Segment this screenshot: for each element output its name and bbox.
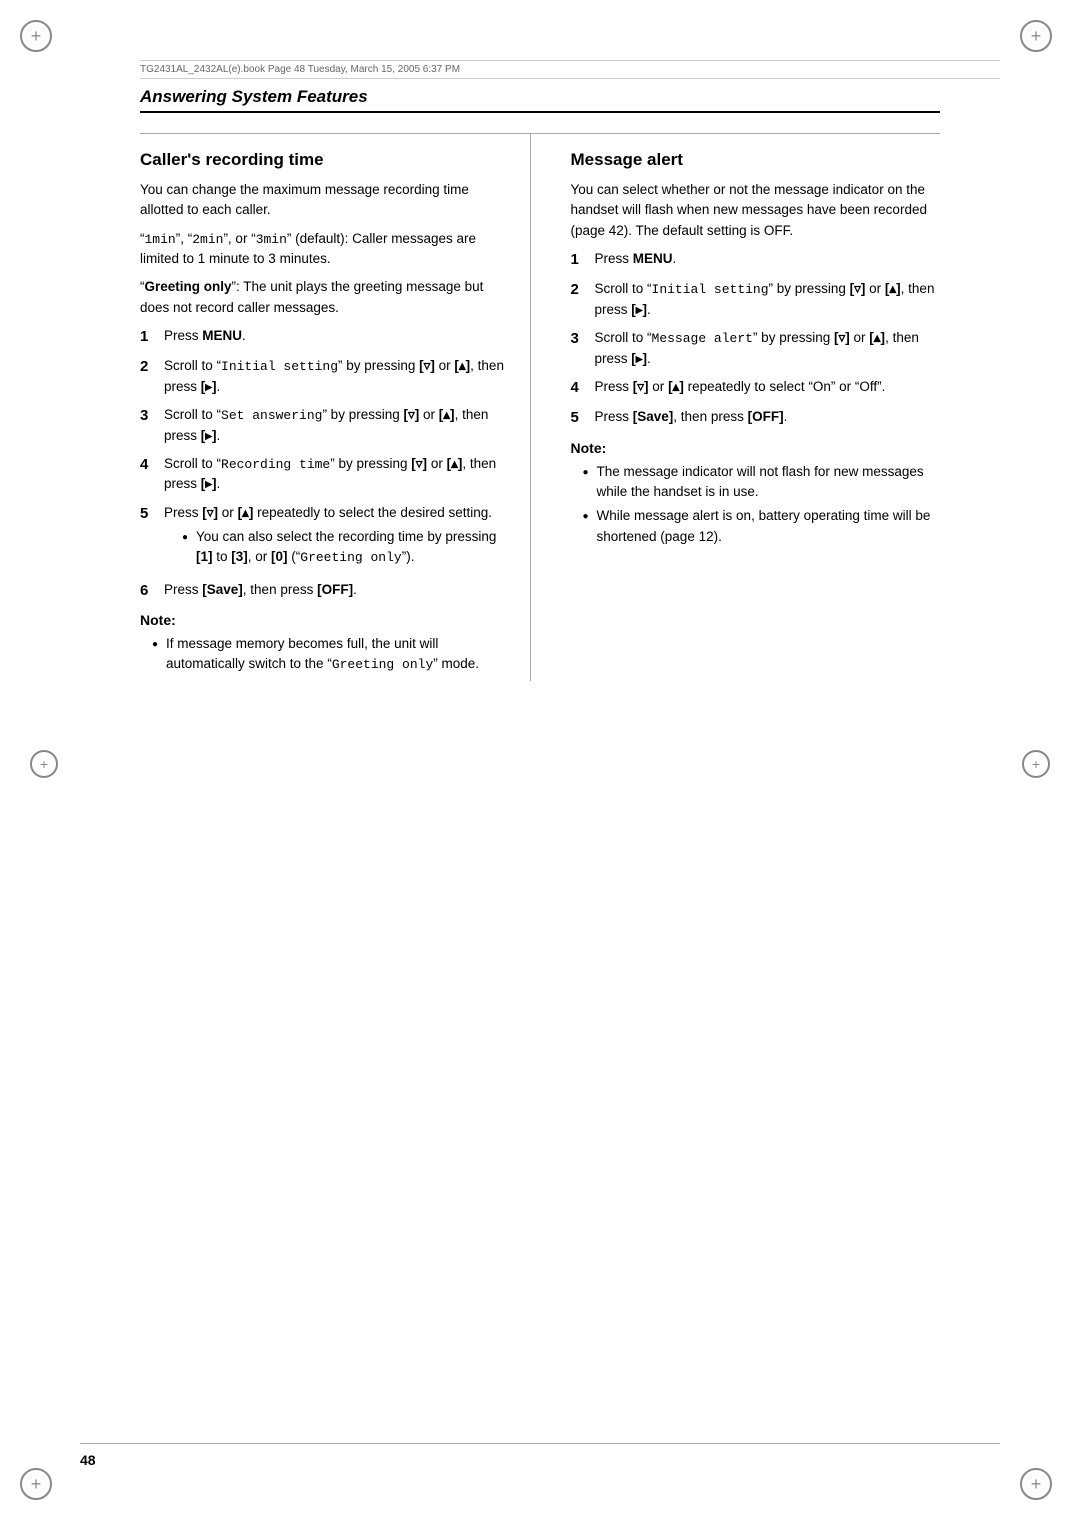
step-6-left: 6 Press [Save], then press [OFF]. [140,580,510,603]
initial-setting-code-1: Initial setting [221,359,338,374]
menu-bold-1: MENU [202,328,242,343]
left-column: Caller's recording time You can change t… [140,134,531,681]
step-r1-content: Press MENU. [595,249,941,272]
step-1-content: Press MENU. [164,326,510,349]
step-num-2: 2 [140,356,158,397]
step-5-bullets: You can also select the recording time b… [182,527,510,568]
key-0: [0] [271,549,288,564]
key-down-4: [▿] [202,505,218,520]
step-2-content: Scroll to “Initial setting” by pressing … [164,356,510,397]
right-column: Message alert You can select whether or … [571,134,941,681]
main-content: Answering System Features Caller's recor… [80,87,1000,681]
step-r5-content: Press [Save], then press [OFF]. [595,407,941,430]
note-bullets-left: If message memory becomes full, the unit… [152,634,510,675]
step-1-right: 1 Press MENU. [571,249,941,272]
save-bold-1: [Save] [202,582,243,597]
step-5-left: 5 Press [▿] or [▴] repeatedly to select … [140,503,510,572]
step-4-right: 4 Press [▿] or [▴] repeatedly to select … [571,377,941,400]
key-up-4: [▴] [238,505,254,520]
key-up-r1: [▴] [885,281,901,296]
key-1: [1] [196,549,213,564]
bottom-bar: 48 [80,1443,1000,1468]
step-3-content: Scroll to “Set answering” by pressing [▿… [164,405,510,446]
off-bold-1: [OFF] [317,582,353,597]
note-bullet-right-1: The message indicator will not flash for… [583,462,941,503]
step-num-r2: 2 [571,279,589,320]
step-num-r1: 1 [571,249,589,272]
note-bullets-right: The message indicator will not flash for… [583,462,941,547]
greeting-only-bold: Greeting only [145,279,232,294]
step-4-content: Scroll to “Recording time” by pressing [… [164,454,510,495]
metadata-text: TG2431AL_2432AL(e).book Page 48 Tuesday,… [140,64,460,75]
step-r3-content: Scroll to “Message alert” by pressing [▿… [595,328,941,369]
3min-code: 3min [256,232,287,247]
key-up-r3: [▴] [668,379,684,394]
section-title: Answering System Features [140,87,940,113]
save-bold-r: [Save] [633,409,674,424]
key-3: [3] [231,549,248,564]
step-num-6: 6 [140,580,158,603]
greeting-only-code: Greeting only [300,550,401,565]
left-col-heading: Caller's recording time [140,150,510,170]
initial-setting-code-r: Initial setting [652,282,769,297]
key-up-3: [▴] [447,456,463,471]
step-5-bullet-1: You can also select the recording time b… [182,527,510,568]
key-right-3: [▸] [201,476,217,491]
step-5-right: 5 Press [Save], then press [OFF]. [571,407,941,430]
note-bullet-right-2: While message alert is on, battery opera… [583,506,941,547]
key-right-r1: [▸] [631,302,647,317]
note-bullet-left-1: If message memory becomes full, the unit… [152,634,510,675]
recording-time-code: Recording time [221,457,330,472]
step-num-1: 1 [140,326,158,349]
step-2-left: 2 Scroll to “Initial setting” by pressin… [140,356,510,397]
step-4-left: 4 Scroll to “Recording time” by pressing… [140,454,510,495]
page-container: TG2431AL_2432AL(e).book Page 48 Tuesday,… [0,0,1080,1528]
greeting-only-note-code: Greeting only [332,657,433,672]
key-up-r2: [▴] [869,330,885,345]
step-num-4: 4 [140,454,158,495]
step-num-r3: 3 [571,328,589,369]
step-r4-content: Press [▿] or [▴] repeatedly to select “O… [595,377,941,400]
step-num-r5: 5 [571,407,589,430]
two-column-layout: Caller's recording time You can change t… [140,133,940,681]
key-down-1: [▿] [419,358,435,373]
key-down-r2: [▿] [834,330,850,345]
step-num-3: 3 [140,405,158,446]
key-down-r1: [▿] [850,281,866,296]
step-num-r4: 4 [571,377,589,400]
left-intro-p2: “1min”, “2min”, or “3min” (default): Cal… [140,229,510,270]
left-intro-p3: “Greeting only”: The unit plays the gree… [140,277,510,318]
metadata-bar: TG2431AL_2432AL(e).book Page 48 Tuesday,… [140,60,1000,79]
step-6-content: Press [Save], then press [OFF]. [164,580,510,603]
step-num-5: 5 [140,503,158,572]
page-number: 48 [80,1452,96,1468]
step-1-left: 1 Press MENU. [140,326,510,349]
note-label-left: Note: [140,612,510,628]
right-col-heading: Message alert [571,150,941,170]
key-down-3: [▿] [411,456,427,471]
menu-bold-r1: MENU [633,251,673,266]
left-intro-p1: You can change the maximum message recor… [140,180,510,221]
right-intro: You can select whether or not the messag… [571,180,941,241]
key-down-r3: [▿] [633,379,649,394]
step-2-right: 2 Scroll to “Initial setting” by pressin… [571,279,941,320]
2min-code: 2min [192,232,223,247]
message-alert-code: Message alert [652,331,753,346]
step-3-right: 3 Scroll to “Message alert” by pressing … [571,328,941,369]
1min-code: 1min [145,232,176,247]
key-right-r2: [▸] [631,351,647,366]
key-right-2: [▸] [201,428,217,443]
note-label-right: Note: [571,440,941,456]
key-up-1: [▴] [454,358,470,373]
step-r2-content: Scroll to “Initial setting” by pressing … [595,279,941,320]
step-3-left: 3 Scroll to “Set answering” by pressing … [140,405,510,446]
off-bold-r: [OFF] [748,409,784,424]
set-answering-code: Set answering [221,408,322,423]
key-down-2: [▿] [403,407,419,422]
key-right-1: [▸] [201,379,217,394]
key-up-2: [▴] [439,407,455,422]
step-5-content: Press [▿] or [▴] repeatedly to select th… [164,503,510,572]
